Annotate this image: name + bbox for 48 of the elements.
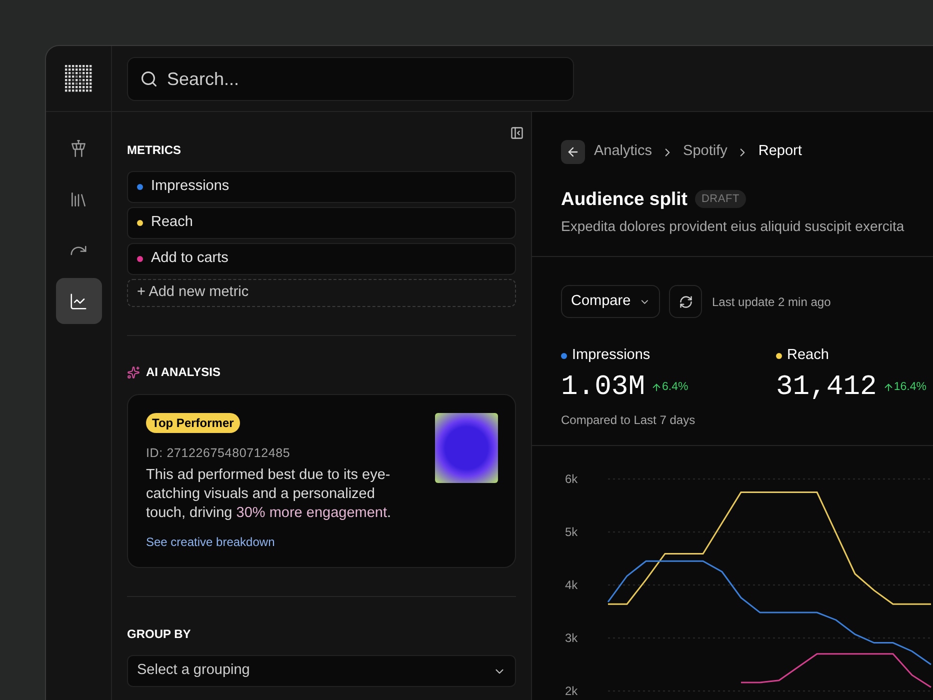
tower-icon (69, 138, 88, 158)
arrow-up-icon (882, 382, 894, 394)
breadcrumb-link[interactable]: Report (758, 141, 802, 163)
stat-label: Reach (787, 346, 829, 365)
axis-tick-label: 4k (565, 578, 578, 592)
draft-badge: DRAFT (695, 190, 746, 208)
section-heading: GROUP BY (127, 626, 192, 643)
metric-item[interactable]: Reach (127, 207, 516, 239)
performer-badge: Top Performer (146, 413, 240, 433)
nav-rail-item[interactable] (56, 278, 102, 324)
axis-tick-label: 3k (565, 631, 578, 645)
axis-tick-label: 6k (565, 472, 578, 486)
insight-text: This ad performed best due to its eye-catching visuals and a personalized touch, driving 30% more engagement. (146, 466, 392, 523)
report-description: Expedita dolores provident eius aliquid suscipit exercita (561, 216, 906, 236)
refresh-icon (678, 294, 692, 308)
search-icon (140, 70, 158, 88)
stat-value: 31,412 (776, 370, 877, 405)
add-metric-button[interactable]: + Add new metric (127, 279, 516, 307)
ad-id: ID: 27122675480712485 (146, 445, 290, 462)
arrow-up-icon (651, 382, 662, 394)
breadcrumb-link[interactable]: Spotify (683, 141, 728, 163)
back-button[interactable] (561, 140, 585, 164)
stat-change: 6.4% (651, 379, 688, 396)
back-arrow-icon (566, 145, 580, 159)
axis-tick-label: 2k (565, 684, 578, 698)
report-title: Audience split (561, 187, 688, 211)
logo-icon (64, 64, 92, 92)
last-update-text: Last update 2 min ago (712, 294, 831, 310)
creative-breakdown-link[interactable]: See creative breakdown (146, 532, 275, 551)
grouping-select[interactable]: Select a grouping (127, 655, 516, 687)
metric-item[interactable]: Impressions (127, 171, 516, 203)
line-chart-icon (69, 292, 88, 310)
metric-item[interactable]: Add to carts (127, 243, 516, 275)
section-heading: METRICS (127, 142, 182, 159)
sparkles-icon (127, 366, 140, 378)
stat-value: 1.03M (561, 370, 646, 405)
refresh-button[interactable] (669, 285, 702, 318)
collapse-panel-icon[interactable] (510, 126, 524, 140)
section-heading: AI ANALYSIS (146, 364, 220, 381)
ad-thumbnail (435, 413, 498, 483)
compare-dropdown[interactable]: Compare (561, 285, 660, 318)
breadcrumb-link[interactable]: Analytics (594, 141, 652, 163)
comparison-note: Compared to Last 7 days (561, 412, 696, 429)
stat-label: Impressions (572, 346, 650, 365)
stat-change: 16.4% (882, 379, 926, 396)
axis-tick-label: 5k (565, 525, 578, 539)
library-icon (69, 190, 88, 208)
search-field[interactable]: Search... (127, 57, 574, 101)
